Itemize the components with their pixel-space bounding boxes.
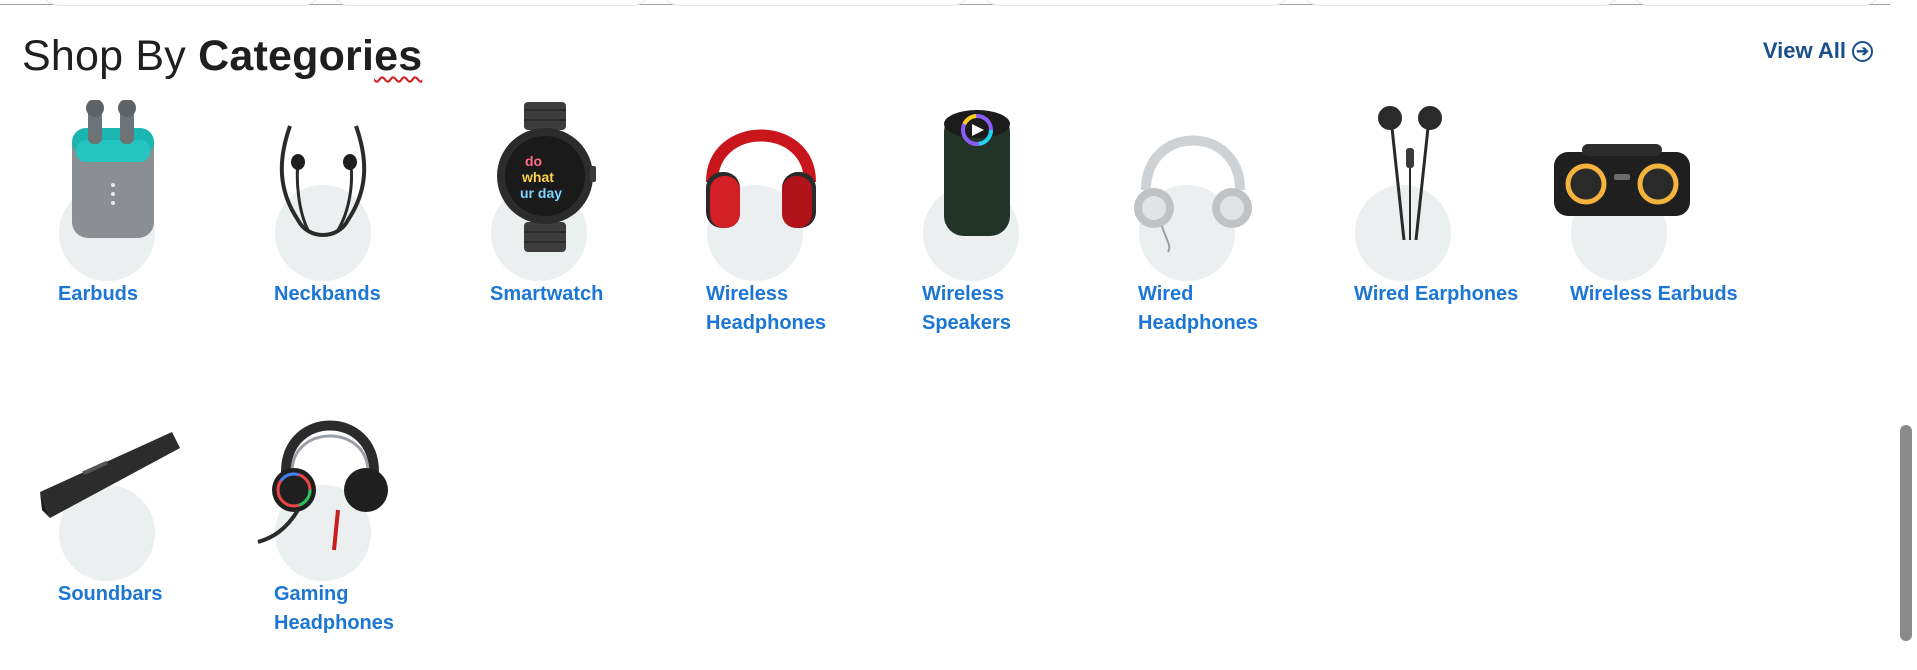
svg-text:do: do: [525, 153, 542, 169]
category-card-soundbars[interactable]: Soundbars: [22, 400, 222, 670]
scrollbar-thumb[interactable]: [1900, 425, 1912, 641]
section-title: Shop By Categories: [22, 30, 422, 82]
title-bold: Categori: [198, 32, 375, 80]
category-label: Wireless Speakers: [922, 283, 1011, 334]
tab-shape: [330, 0, 652, 6]
category-card-wireless-headphones[interactable]: Wireless Headphones: [670, 100, 870, 370]
view-all-label: View All: [1762, 38, 1846, 63]
soundbar-icon: [40, 432, 180, 518]
smartwatch-icon: do what ur day: [497, 102, 596, 252]
tab-shape: [1300, 0, 1622, 6]
wired-earphones-icon: [1378, 106, 1442, 241]
title-bold-squiggle: es: [374, 32, 423, 80]
category-card-neckbands[interactable]: Neckbands: [238, 100, 438, 370]
category-card-smartwatch[interactable]: do what ur day Smartwatch: [454, 100, 654, 370]
party-speaker-icon: [1554, 144, 1690, 216]
tab-shape: [40, 0, 322, 6]
gaming-headset-icon: [257, 420, 388, 551]
view-all-link[interactable]: View All ➔: [1763, 38, 1873, 64]
category-label: Gaming Headphones: [274, 583, 395, 634]
category-label: Neckbands: [274, 283, 381, 305]
wireless-headphones-icon: [706, 129, 816, 228]
category-card-wired-earphones[interactable]: Wired Earphones: [1318, 100, 1518, 370]
category-label: Wired Earphones: [1354, 283, 1519, 305]
top-border-strip: [0, 0, 1890, 6]
category-card-wireless-earbuds[interactable]: Wireless Earbuds: [1534, 100, 1738, 370]
category-label: Wireless Headphones: [706, 283, 827, 334]
category-card-wired-headphones[interactable]: Wired Headphones: [1102, 100, 1302, 370]
wired-headphones-icon: [1134, 135, 1252, 253]
category-card-wireless-speakers[interactable]: Wireless Speakers: [886, 100, 1086, 370]
tab-shape: [980, 0, 1292, 6]
neckband-icon: [279, 125, 367, 237]
category-label: Smartwatch: [490, 283, 604, 305]
svg-text:ur day: ur day: [520, 185, 562, 201]
category-label: Earbuds: [58, 283, 139, 305]
vertical-scrollbar[interactable]: [1895, 0, 1917, 641]
category-label: Wireless Earbuds: [1570, 283, 1738, 305]
category-label: Soundbars: [58, 583, 163, 605]
arrow-right-circle-icon: ➔: [1852, 40, 1873, 62]
title-regular: Shop By: [22, 32, 199, 80]
tab-shape: [660, 0, 972, 6]
category-label: Wired Headphones: [1138, 283, 1259, 334]
svg-text:what: what: [521, 169, 554, 185]
tab-shape: [1630, 0, 1882, 6]
category-card-earbuds[interactable]: Earbuds: [22, 100, 222, 370]
wireless-speaker-icon: [944, 110, 1010, 236]
category-card-gaming-headphones[interactable]: Gaming Headphones: [238, 400, 438, 670]
earbuds-icon: [72, 100, 154, 238]
